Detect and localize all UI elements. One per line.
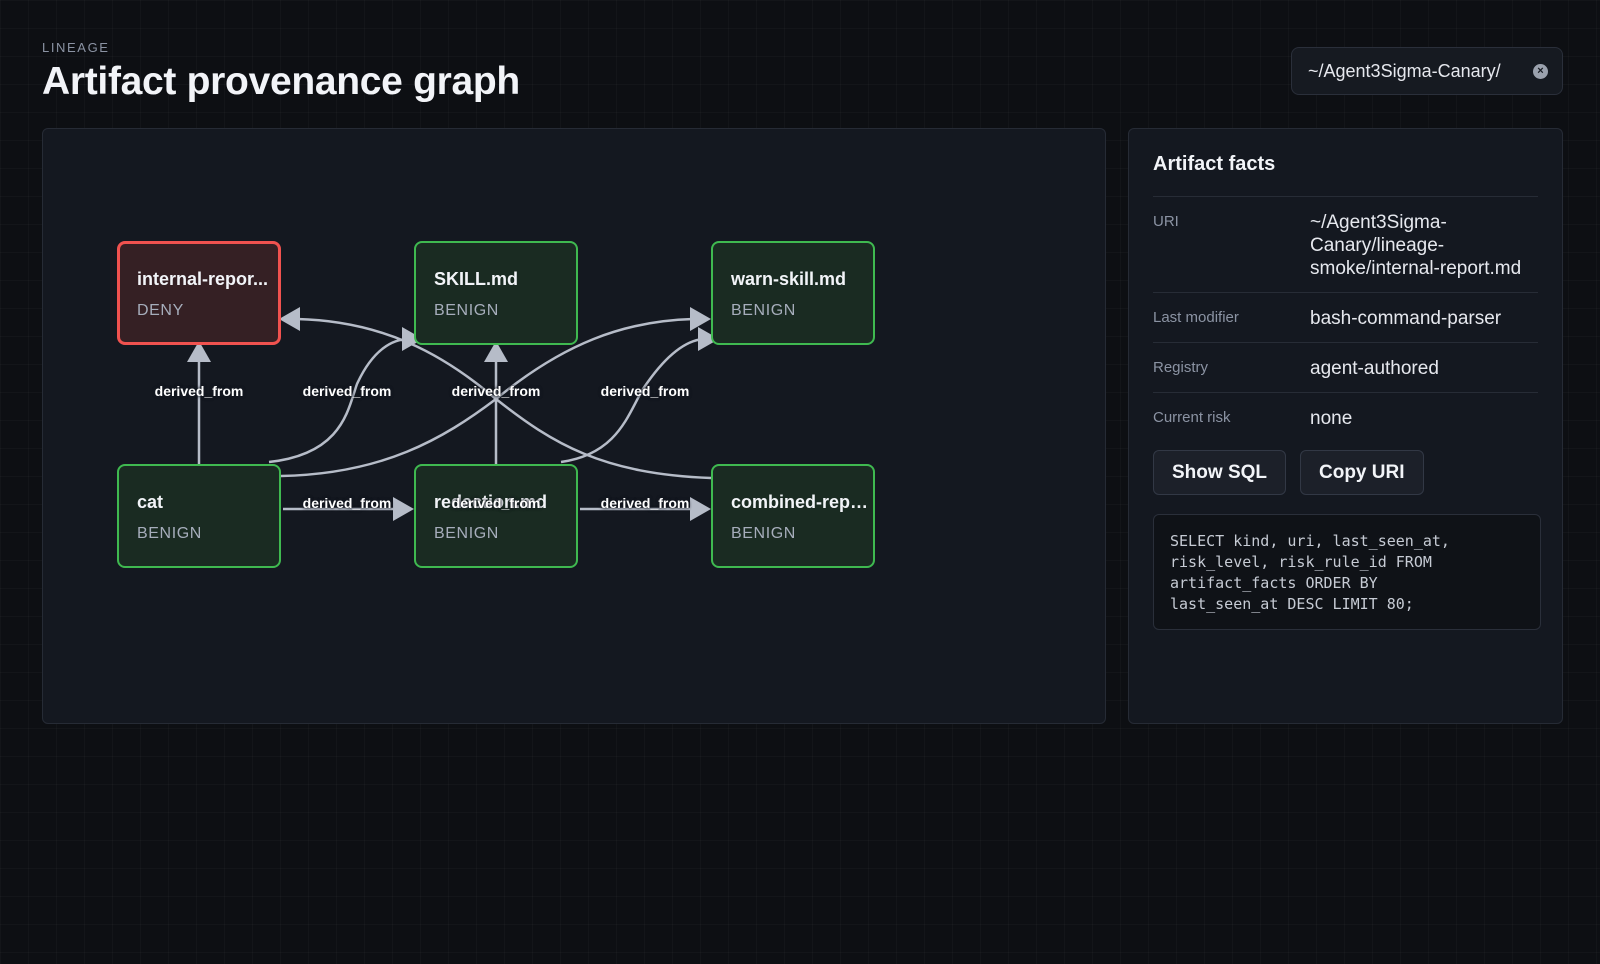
- edge-label: derived_from: [600, 383, 690, 399]
- node-internal-report[interactable]: internal-repor... DENY: [117, 241, 281, 345]
- sql-query-box: SELECT kind, uri, last_seen_at, risk_lev…: [1153, 514, 1541, 630]
- edge-label: derived_from: [302, 383, 392, 399]
- node-cat[interactable]: cat BENIGN: [117, 464, 281, 568]
- node-risk: DENY: [137, 302, 184, 319]
- fact-row-uri: URI ~/Agent3Sigma-Canary/lineage-smoke/i…: [1153, 196, 1538, 292]
- edge-cat-to-skill: [268, 337, 410, 464]
- edge-arrowhead: [690, 307, 711, 331]
- node-name: cat: [137, 492, 164, 512]
- node-risk: BENIGN: [434, 302, 499, 319]
- edge-label: derived_from: [451, 495, 541, 511]
- fact-row-last-modifier: Last modifier bash-command-parser: [1153, 292, 1538, 342]
- node-redaction[interactable]: redaction.md BENIGN: [414, 464, 578, 568]
- facts-actions: Show SQL Copy URI: [1153, 450, 1538, 495]
- node-risk: BENIGN: [434, 525, 499, 542]
- fact-label: Registry: [1153, 359, 1209, 376]
- node-warn-skill[interactable]: warn-skill.md BENIGN: [711, 241, 875, 345]
- path-filter-text: ~/Agent3Sigma-Canary/: [1308, 60, 1501, 81]
- page-eyebrow: LINEAGE: [42, 40, 110, 55]
- fact-label: URI: [1153, 213, 1179, 230]
- fact-value: agent-authored: [1310, 358, 1439, 379]
- lineage-graph-panel: internal-repor... DENY SKILL.md BENIGN w…: [42, 128, 1106, 724]
- copy-uri-button[interactable]: Copy URI: [1300, 450, 1424, 495]
- node-risk: BENIGN: [731, 525, 796, 542]
- clear-filter-icon[interactable]: ×: [1533, 63, 1548, 79]
- edge-redaction-to-warn-skill: [560, 337, 704, 464]
- edge-label: derived_from: [600, 495, 690, 511]
- page-title: Artifact provenance graph: [42, 60, 520, 103]
- edge-arrowhead: [690, 497, 711, 521]
- fact-row-current-risk: Current risk none: [1153, 392, 1538, 442]
- fact-label: Current risk: [1153, 409, 1231, 426]
- edge-label: derived_from: [451, 383, 541, 399]
- facts-title: Artifact facts: [1153, 153, 1276, 175]
- fact-value: none: [1310, 408, 1353, 429]
- fact-value: bash-command-parser: [1310, 308, 1502, 329]
- show-sql-button[interactable]: Show SQL: [1153, 450, 1286, 495]
- node-risk: BENIGN: [137, 525, 202, 542]
- path-filter-chip[interactable]: ~/Agent3Sigma-Canary/ ×: [1291, 47, 1563, 95]
- fact-row-registry: Registry agent-authored: [1153, 342, 1538, 392]
- fact-value: ~/Agent3Sigma-Canary/lineage-smoke/inter…: [1310, 212, 1522, 279]
- edge-arrowhead: [393, 497, 414, 521]
- edge-label: derived_from: [302, 495, 392, 511]
- node-combined-report[interactable]: combined-repor... BENIGN: [711, 464, 875, 568]
- node-name: warn-skill.md: [731, 269, 847, 289]
- node-name: internal-repor...: [137, 269, 269, 289]
- lineage-graph-canvas: [187, 307, 719, 521]
- fact-label: Last modifier: [1153, 309, 1239, 326]
- artifact-facts-panel: Artifact facts URI ~/Agent3Sigma-Canary/…: [1128, 128, 1563, 724]
- node-risk: BENIGN: [731, 302, 796, 319]
- edge-arrowhead: [279, 307, 300, 331]
- node-skill[interactable]: SKILL.md BENIGN: [414, 241, 578, 345]
- node-name: combined-repor...: [731, 492, 871, 512]
- node-name: SKILL.md: [434, 269, 518, 289]
- edge-label: derived_from: [154, 383, 244, 399]
